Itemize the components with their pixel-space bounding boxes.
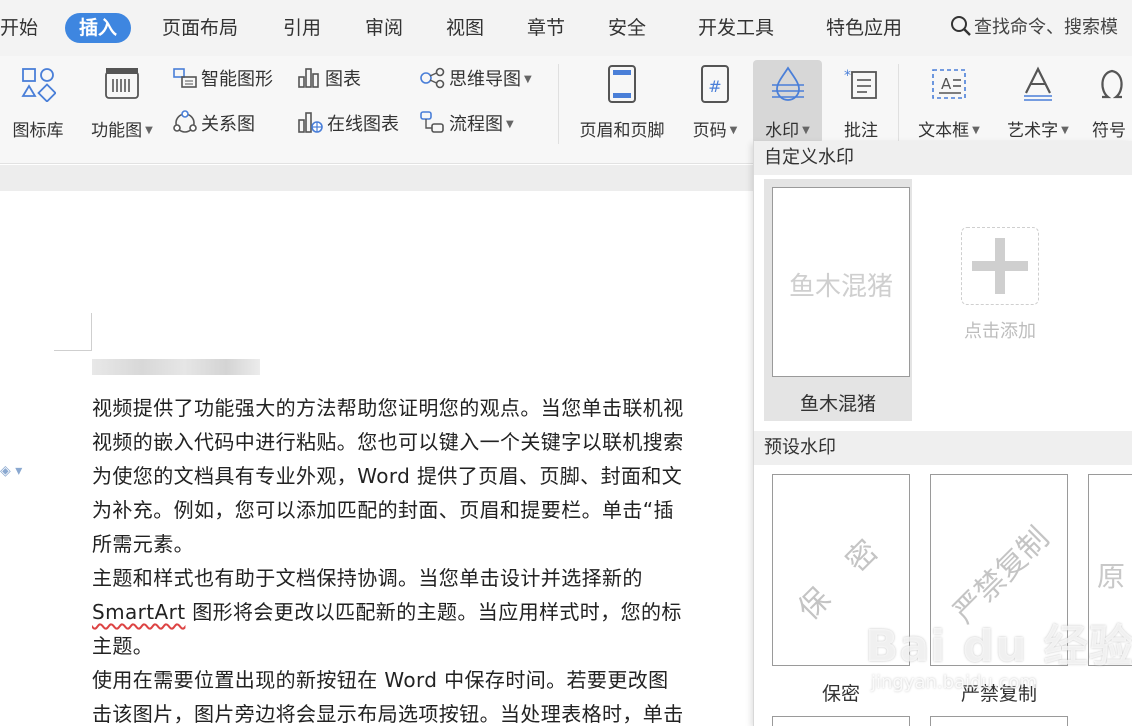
chart-button[interactable]: 图表 [296,66,361,94]
flowchart-icon [420,111,444,133]
icon-library-label: 图标库 [12,121,64,141]
online-chart-icon [298,112,323,133]
relation-chart-icon [173,110,197,133]
online-chart-label: 在线图表 [327,114,399,135]
site-watermark: Bai du 经验 jingyan.baidu.com [865,610,1132,700]
text-box-button[interactable]: A 文本框 ▼ [906,62,992,146]
header-footer-icon [600,62,644,106]
tab-special-apps[interactable]: 特色应用 [826,13,902,43]
search-icon [951,16,971,36]
tab-review[interactable]: 审阅 [365,13,403,43]
smart-shape-label: 智能图形 [201,69,273,90]
document-line: 使用在需要位置出现的新按钮在 Word 中保存时间。若要更改图 [92,668,669,692]
svg-text:#: # [708,77,721,96]
mind-map-icon [420,67,445,89]
function-chart-label: 功能图 ▼ [91,121,153,141]
word-art-label: 艺术字 ▼ [1007,121,1069,141]
wps-writer-window: 开始 插入 页面布局 引用 审阅 视图 章节 安全 开发工具 特色应用 查找命令… [0,0,1132,726]
document-line: 所需元素。 [92,532,194,556]
custom-watermark-header: 自定义水印 [754,141,1132,175]
plus-icon [972,238,1028,294]
preset-watermark-header: 预设水印 [754,431,1132,465]
text-box-label: 文本框 ▼ [918,121,980,141]
icon-library-button[interactable]: 图标库 [2,62,74,146]
document-line: SmartArt 图形将会更改以匹配新的主题。当应用样式时，您的标 [92,600,682,624]
smart-shape-button[interactable]: 智能图形 [172,66,273,94]
omega-icon [1090,62,1132,106]
header-footer-label: 页眉和页脚 [579,121,665,141]
tab-start[interactable]: 开始 [0,13,38,43]
crop-mark [91,313,92,351]
page-number-button[interactable]: # 页码 ▼ [684,62,746,146]
document-line: 主题和样式也有助于文档保持协调。当您单击设计并选择新的 [92,566,643,590]
ribbon-tab-bar: 开始 插入 页面布局 引用 审阅 视图 章节 安全 开发工具 特色应用 查找命令… [0,0,1132,56]
mind-map-label: 思维导图 [449,69,521,90]
misspelled-word[interactable]: SmartArt [92,600,185,624]
word-art-icon [1016,62,1060,106]
custom-watermark-label: 鱼木混猪 [799,393,876,415]
function-chart-button[interactable]: 功能图 ▼ [82,62,162,146]
watermark-preview-text: 原 [1097,560,1126,593]
svg-text:*: * [844,68,851,84]
watermark-button[interactable]: 水印 ▼ [753,60,822,144]
add-watermark-label: 点击添加 [964,321,1036,342]
comment-icon: * [839,62,883,106]
barcode-icon [100,62,144,106]
document-line: 主题。 [92,634,154,658]
document-page[interactable]: ◈ ▾ 视频提供了功能强大的方法帮助您证明您的观点。当您单击联机视 视频的嵌入代… [0,191,760,726]
baidu-logo: Bai du 经验 [865,621,1132,672]
relation-chart-label: 关系图 [201,114,255,135]
ribbon-separator [898,64,899,144]
tab-developer[interactable]: 开发工具 [698,13,774,43]
document-line: 视频提供了功能强大的方法帮助您证明您的观点。当您单击联机视 [92,396,684,420]
paragraph-marker-icon: ◈ ▾ [0,463,23,479]
text-box-icon: A [927,62,971,106]
page-number-label: 页码 ▼ [692,121,738,141]
svg-text:A: A [941,75,952,93]
watermark-preview-text: 鱼木混猪 [788,272,893,302]
symbol-label: 符号 [1092,121,1126,141]
watermark-preview: 鱼木混猪 [772,187,910,377]
tab-security[interactable]: 安全 [608,13,646,43]
word-art-button[interactable]: 艺术字 ▼ [996,62,1080,146]
watermark-label: 水印 ▼ [765,121,810,141]
document-line: 击该图片，图片旁边将会显示布局选项按钮。当处理表格时，单击 [92,702,684,726]
tab-chapter[interactable]: 章节 [527,13,565,43]
add-watermark-box [961,227,1039,305]
bar-chart-icon [298,68,319,88]
tab-page-layout[interactable]: 页面布局 [162,13,238,43]
flowchart-label: 流程图 [449,114,503,135]
comment-label: 批注 [844,121,878,141]
document-line: 视频的嵌入代码中进行粘贴。您也可以键入一个关键字以联机搜索 [92,430,684,454]
command-search-label: 查找命令、搜索模 [974,17,1118,38]
tab-view[interactable]: 视图 [446,13,484,43]
preset-watermark[interactable] [772,716,910,726]
page-number-icon: # [693,62,737,106]
crop-mark [54,350,92,351]
mind-map-button[interactable]: 思维导图 ▼ [418,66,532,94]
site-url: jingyan.baidu.com [871,672,1038,693]
symbol-button[interactable]: 符号 [1084,62,1132,146]
tab-references[interactable]: 引用 [283,13,321,43]
document-line: 为使您的文档具有专业外观，Word 提供了页眉、页脚、封面和文 [92,464,683,488]
command-search[interactable]: 查找命令、搜索模 [950,13,1118,43]
document-line: 为补充。例如，您可以添加匹配的封面、页眉和提要栏。单击“插 [92,498,674,522]
chart-label: 图表 [325,69,361,90]
ribbon-separator [558,64,559,144]
relation-chart-button[interactable]: 关系图 [172,110,255,138]
custom-watermark-item[interactable]: 鱼木混猪 鱼木混猪 [764,179,912,421]
icon-library-icon [16,62,60,106]
comment-button[interactable]: * 批注 [830,62,892,146]
header-footer-button[interactable]: 页眉和页脚 [568,62,676,146]
online-chart-button[interactable]: 在线图表 [296,110,399,138]
smart-shape-icon [173,68,197,88]
add-watermark-button[interactable]: 点击添加 [940,221,1060,361]
watermark-drop-icon [766,62,810,106]
flowchart-button[interactable]: 流程图 ▼ [418,110,514,138]
preset-watermark[interactable] [930,716,1068,726]
redacted-title [92,359,260,375]
tab-insert[interactable]: 插入 [65,13,132,43]
